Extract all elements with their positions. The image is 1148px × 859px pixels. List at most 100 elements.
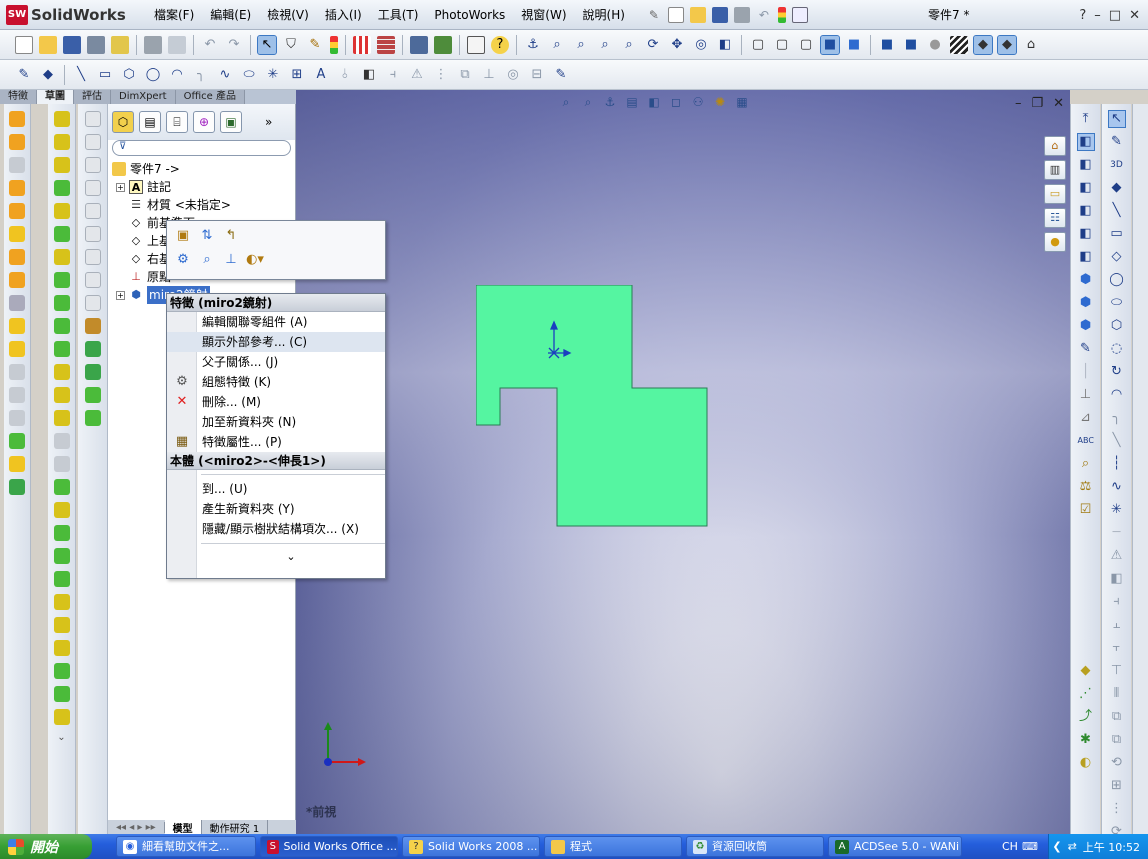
edit-feature-icon[interactable]: ▣	[173, 227, 193, 245]
menu-item-delete[interactable]: ✕ 刪除... (M)	[167, 392, 385, 412]
menu-view[interactable]: 檢視(V)	[259, 0, 317, 30]
tab-evaluate[interactable]: 評估	[74, 90, 111, 104]
centerline-icon[interactable]: ┆	[1109, 456, 1125, 472]
color-dropdown-icon[interactable]: ◐▾	[245, 251, 265, 269]
ellipse-icon[interactable]: ⬭	[240, 66, 258, 84]
menu-item-create-folder[interactable]: 產生新資料夾 (Y)	[167, 499, 385, 519]
offset-entities-icon[interactable]: ◧	[360, 66, 378, 84]
make-assembly-icon[interactable]	[111, 35, 129, 54]
menu-item-add-to-folder[interactable]: 加至新資料夾 (N)	[167, 412, 385, 432]
left-view-icon[interactable]: ◧	[1078, 180, 1094, 196]
convert-entities-icon[interactable]: ⚠	[408, 66, 426, 84]
ruler-icon[interactable]: ◆	[1078, 663, 1094, 679]
appearances-scenes-icon[interactable]: ●	[1044, 232, 1066, 252]
hidden-lines-visible-icon[interactable]: ▢	[773, 36, 791, 54]
menu-expand-more[interactable]: ⌄	[167, 548, 385, 566]
file-explorer-icon[interactable]: ▭	[1044, 184, 1066, 204]
lofted-cut-icon[interactable]	[53, 318, 70, 334]
rollback-icon[interactable]: ⇅	[197, 227, 217, 245]
draft-icon[interactable]	[9, 295, 25, 311]
tangent-arc-icon[interactable]: ↻	[1109, 364, 1125, 380]
sketch-slot-icon[interactable]	[84, 295, 101, 311]
trim-entities-icon[interactable]: ⫞	[1109, 594, 1125, 610]
sketch-frame-icon[interactable]	[84, 249, 101, 265]
convert-entities-icon[interactable]: ⚠	[1109, 548, 1125, 564]
taskbar-item-programs[interactable]: 程式	[544, 836, 682, 857]
line-icon[interactable]: ╲	[72, 66, 90, 84]
appearance-icon[interactable]: ■	[902, 36, 920, 54]
zoom-to-area-icon[interactable]: ⌕	[580, 94, 596, 110]
help-button[interactable]: ?	[1079, 8, 1086, 23]
sketch-picture-icon[interactable]	[84, 157, 101, 173]
polygon-icon[interactable]: ⬡	[120, 66, 138, 84]
taskbar-item-solidworks-office[interactable]: S Solid Works Office ...	[260, 836, 398, 857]
normal-to-icon[interactable]: ⤒	[1078, 111, 1094, 127]
menu-item-parent-child[interactable]: 父子關係... (J)	[167, 352, 385, 372]
taskbar-item-acdsee[interactable]: A ACDSee 5.0 - WANi	[828, 836, 962, 857]
tree-node-annotations[interactable]: + A 註記	[112, 178, 292, 196]
projected-curve-icon[interactable]	[53, 502, 70, 518]
rectangle-icon[interactable]: ▭	[1109, 226, 1125, 242]
parallelogram-icon[interactable]: ◇	[1109, 249, 1125, 265]
fillet-icon[interactable]	[9, 226, 25, 242]
rectangle-icon[interactable]: ▭	[96, 66, 114, 84]
close-button[interactable]: ✕	[1129, 8, 1140, 23]
hole-wizard-icon[interactable]	[53, 364, 70, 380]
display-manager-tab-icon[interactable]: ▣	[220, 111, 242, 133]
feature-tree-tab-icon[interactable]: ⬡	[112, 111, 134, 133]
new-document-icon[interactable]	[667, 6, 684, 23]
magnifier-icon[interactable]: ⌕	[1078, 456, 1094, 472]
sketch-tools-icon[interactable]	[84, 364, 101, 380]
three-point-arc-icon[interactable]: ◠	[1109, 387, 1125, 403]
expand-icon[interactable]: +	[116, 182, 125, 192]
circle-icon[interactable]: ◯	[144, 66, 162, 84]
menu-file[interactable]: 檔案(F)	[146, 0, 202, 30]
curves-icon[interactable]	[9, 479, 25, 495]
mirror-icon[interactable]	[53, 433, 70, 449]
help-icon[interactable]: ?	[491, 35, 509, 54]
construction-geometry-icon[interactable]: ⊞	[288, 66, 306, 84]
smart-dimension-icon[interactable]: ◆	[1109, 180, 1125, 196]
arc-icon[interactable]: ◠	[168, 66, 186, 84]
bottom-view-icon[interactable]: ◧	[1078, 249, 1094, 265]
copy-entities-icon[interactable]: ⧉	[1109, 732, 1125, 748]
boundary-cut-icon[interactable]	[53, 341, 70, 357]
scale-entities-icon[interactable]: ⊞	[1109, 778, 1125, 794]
offset-entities-icon[interactable]: ◧	[1109, 571, 1125, 587]
open-icon[interactable]	[39, 35, 57, 54]
dimetric-view-icon[interactable]: ⬢	[1078, 318, 1094, 334]
thicken-icon[interactable]	[53, 226, 70, 242]
apply-scene-icon[interactable]: ▦	[734, 94, 750, 110]
graphics-area[interactable]: ⌕ ⌕ ⚓ ▤ ◧ ◻ ⚇ ✺ ▦ – ❐ ✕ *前視	[296, 90, 1070, 834]
pan-icon[interactable]: ✥	[668, 36, 686, 54]
undo-icon[interactable]: ↶	[756, 7, 772, 23]
sketch-trace-icon[interactable]	[84, 341, 101, 357]
sweep-icon[interactable]	[9, 157, 25, 173]
arc-icon[interactable]: ◌	[1109, 341, 1125, 357]
front-view-icon[interactable]: ◧	[1076, 133, 1095, 151]
circular-pattern-icon[interactable]	[53, 410, 70, 426]
top-view-icon[interactable]: ◧	[1078, 226, 1094, 242]
minimize-button[interactable]: –	[1094, 8, 1101, 23]
perspective-icon[interactable]: ◆	[973, 34, 993, 55]
taskbar-item-solidworks-2008[interactable]: ? Solid Works 2008 ...	[402, 836, 540, 857]
make-drawing-icon[interactable]	[87, 35, 105, 54]
right-view-icon[interactable]: ◧	[1078, 203, 1094, 219]
rebuild-traffic-light-icon[interactable]	[777, 6, 786, 23]
flex-icon[interactable]	[9, 387, 25, 403]
move-entities-icon[interactable]: ⧉	[1109, 709, 1125, 725]
composite-curve-icon[interactable]	[53, 525, 70, 541]
instant-3d-icon[interactable]	[53, 571, 70, 587]
view-orientation-icon[interactable]: ◧	[646, 94, 662, 110]
line-icon[interactable]: ╲	[1109, 203, 1125, 219]
tab-features[interactable]: 特徵	[0, 90, 37, 104]
datum-icon[interactable]: ⊿	[1078, 410, 1094, 426]
previous-view-icon[interactable]: ⚓	[602, 94, 618, 110]
fillet-icon[interactable]: ╮	[192, 66, 210, 84]
indent-icon[interactable]	[9, 433, 25, 449]
scroll-arrows-icon[interactable]: ◂◂ ◂ ▸ ▸▸	[108, 821, 165, 833]
balance-icon[interactable]: ⚖	[1078, 479, 1094, 495]
clock[interactable]: 上午 10:52	[1083, 839, 1140, 855]
select-pointer-icon[interactable]: ↖	[257, 34, 277, 55]
revolve-icon[interactable]	[9, 134, 25, 150]
